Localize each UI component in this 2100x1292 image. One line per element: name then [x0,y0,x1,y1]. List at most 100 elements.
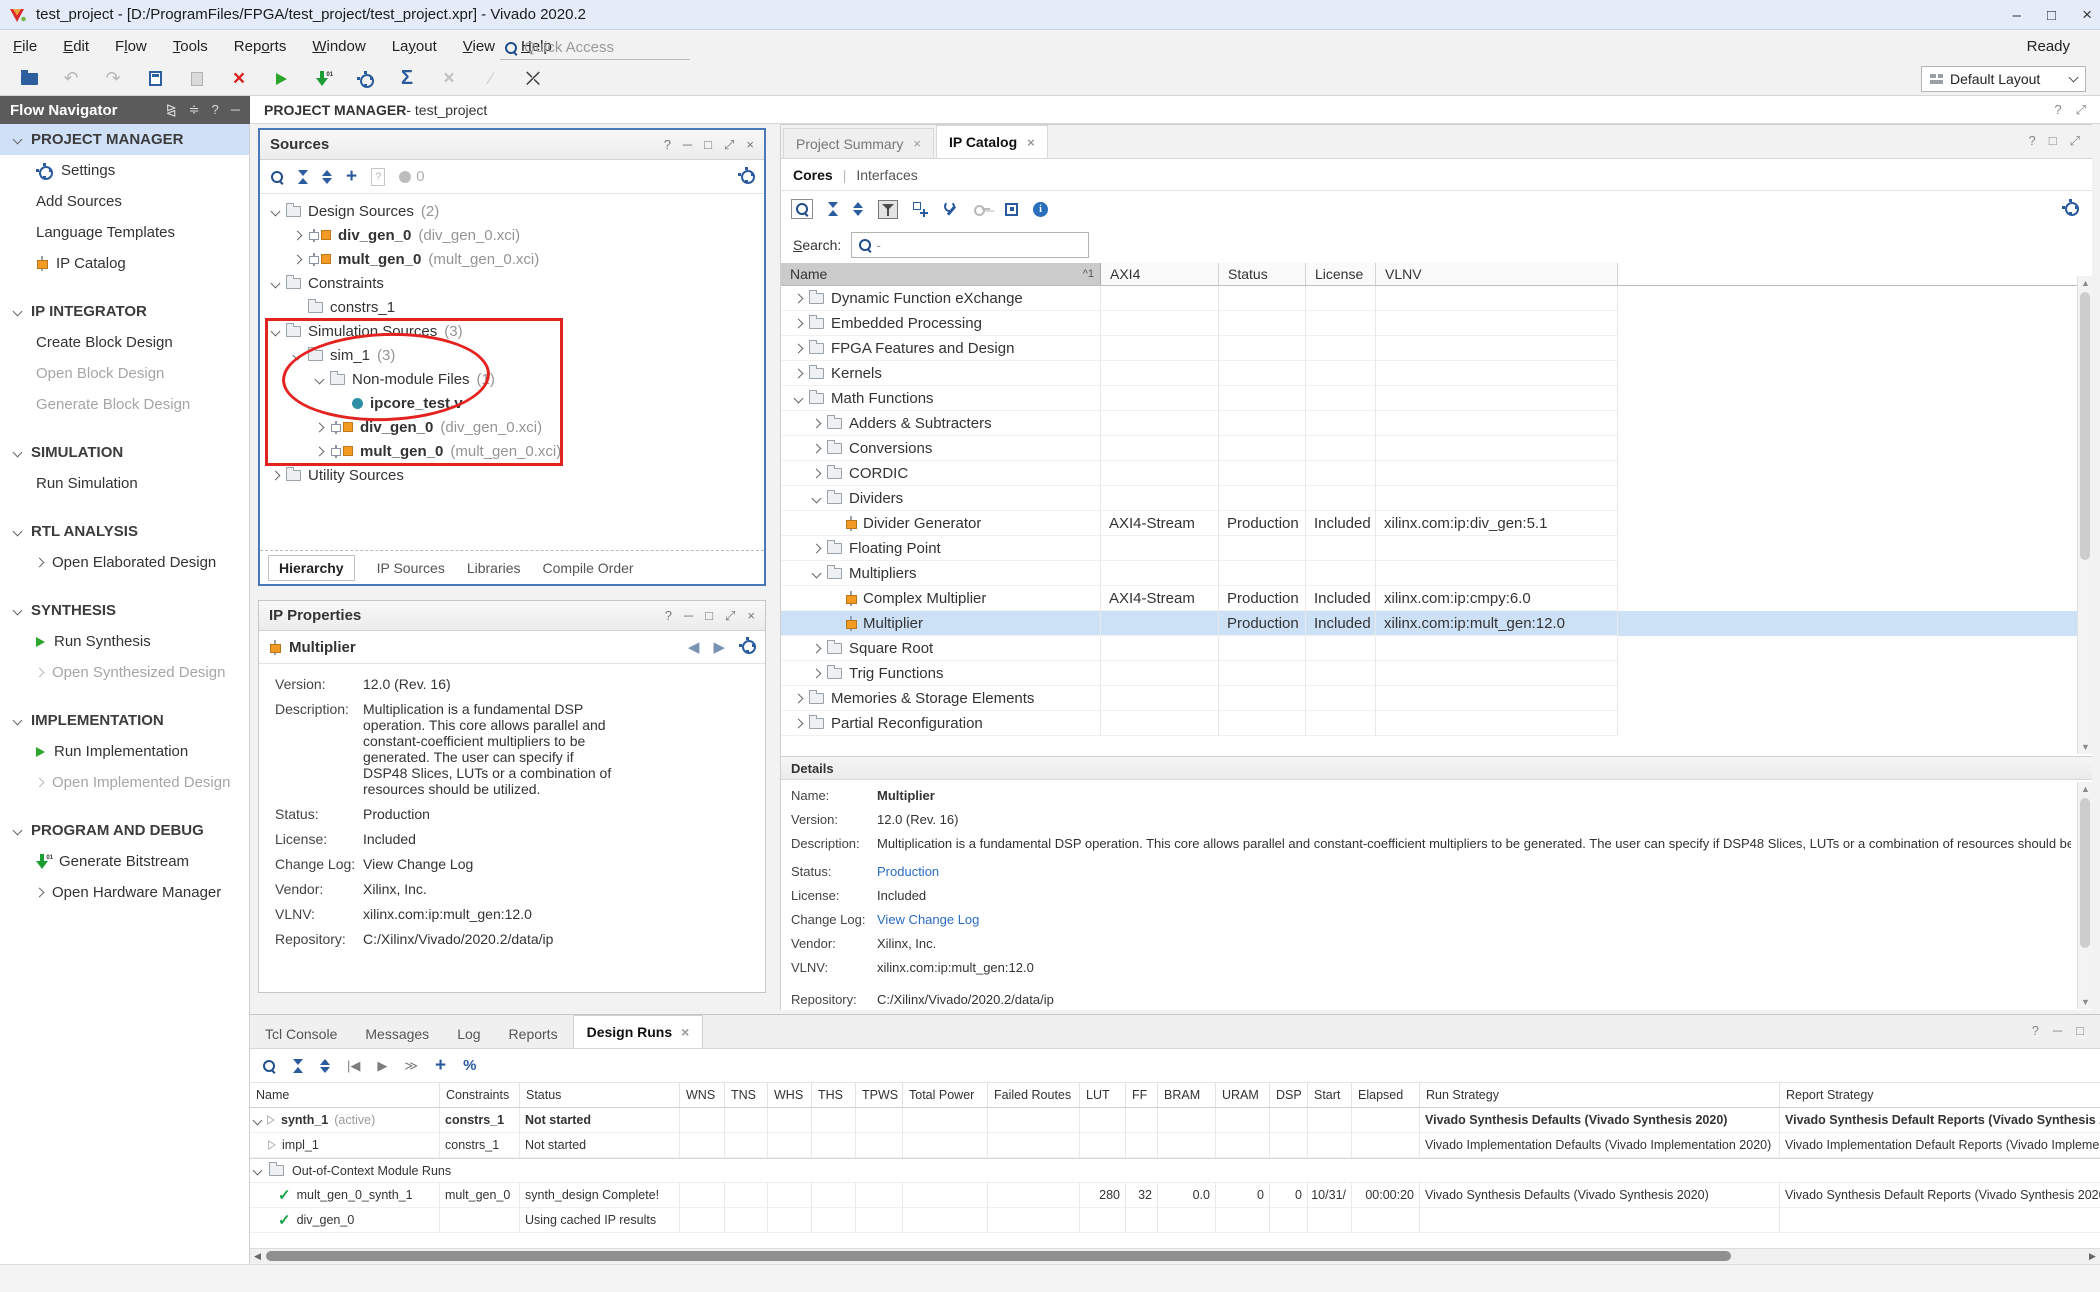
stop-icon[interactable]: × [228,68,250,90]
menu-edit[interactable]: Edit [50,38,102,55]
catalog-row-dynamic-function-exchange[interactable]: Dynamic Function eXchange [781,286,2092,311]
sources-tab-hierarchy[interactable]: Hierarchy [268,555,355,581]
scroll-up-icon[interactable]: ▲ [2078,276,2092,290]
help-icon[interactable]: ? [665,608,672,624]
tab-ip-catalog[interactable]: IP Catalog× [936,125,1048,158]
help-icon[interactable]: ? [2029,133,2036,149]
chevron-down-icon[interactable] [271,326,281,336]
catalog-row-fpga-features-and-design[interactable]: FPGA Features and Design [781,336,2092,361]
column-header-constraints[interactable]: Constraints [440,1083,520,1107]
column-header-total-power[interactable]: Total Power [903,1083,988,1107]
property-value[interactable]: Production [363,806,619,822]
catalog-row-multiplier[interactable]: MultiplierProductionIncludedxilinx.com:i… [781,611,2092,636]
flow-section-program-and-debug[interactable]: PROGRAM AND DEBUG [0,815,249,846]
flow-item-run-synthesis[interactable]: Run Synthesis [0,626,249,657]
chevron-down-icon[interactable] [253,1166,263,1176]
add-sources-icon[interactable]: + [346,170,357,184]
flow-item-settings[interactable]: Settings [0,155,249,186]
chevron-right-icon[interactable] [794,718,804,728]
help-icon[interactable]: ? [2054,102,2061,118]
chevron-right-icon[interactable] [812,668,822,678]
tree-item-sim-1[interactable]: sim_1 (3) [260,343,764,367]
close-panel-icon[interactable]: × [746,137,754,153]
flow-item-generate-bitstream[interactable]: 01Generate Bitstream [0,846,249,877]
chevron-down-icon[interactable] [315,374,325,384]
column-header-dsp[interactable]: DSP [1270,1083,1308,1107]
maximize-panel-icon[interactable]: □ [705,608,713,624]
column-header-ff[interactable]: FF [1126,1083,1158,1107]
unhighlight-icon[interactable]: ⤫ [522,68,544,90]
close-button[interactable]: × [2082,5,2092,25]
catalog-row-conversions[interactable]: Conversions [781,436,2092,461]
chevron-right-icon[interactable] [271,470,281,480]
chevron-down-icon[interactable] [271,206,281,216]
catalog-row-trig-functions[interactable]: Trig Functions [781,661,2092,686]
tree-item-utility-sources[interactable]: Utility Sources [260,463,764,487]
flow-item-ip-catalog[interactable]: IP Catalog [0,248,249,279]
column-header-report-strategy[interactable]: Report Strategy [1780,1083,2100,1107]
float-panel-icon[interactable]: ⤢ [724,137,734,153]
collapse-all-icon[interactable]: ⧎ [166,102,177,118]
settings-gear-icon[interactable] [354,68,376,90]
close-tab-icon[interactable]: × [1027,135,1035,150]
flow-section-simulation[interactable]: SIMULATION [0,437,249,468]
menu-reports[interactable]: Reports [221,38,300,55]
help-icon[interactable]: ? [664,137,671,153]
chevron-right-icon[interactable] [794,293,804,303]
flow-item-add-sources[interactable]: Add Sources [0,186,249,217]
scroll-right-icon[interactable]: ▶ [2085,1249,2100,1264]
subtab-interfaces[interactable]: Interfaces [856,167,917,183]
tree-item-ipcore-test-v[interactable]: ipcore_test.v [260,391,764,415]
chevron-right-icon[interactable] [315,422,325,432]
catalog-row-math-functions[interactable]: Math Functions [781,386,2092,411]
column-header-run-strategy[interactable]: Run Strategy [1420,1083,1780,1107]
column-header-tns[interactable]: TNS [725,1083,768,1107]
run-icon[interactable] [270,68,292,90]
filter-icon[interactable] [878,200,898,219]
chevron-right-icon[interactable] [812,418,822,428]
maximize-panel-icon[interactable]: □ [704,137,712,153]
chevron-down-icon[interactable] [293,350,303,360]
catalog-row-floating-point[interactable]: Floating Point [781,536,2092,561]
info-icon[interactable]: i [1033,202,1048,217]
tab-tcl-console[interactable]: Tcl Console [252,1019,350,1048]
flow-section-rtl-analysis[interactable]: RTL ANALYSIS [0,516,249,547]
expand-all-icon[interactable] [853,202,863,216]
chevron-down-icon[interactable] [812,493,822,503]
menu-window[interactable]: Window [299,38,378,55]
collapse-all-icon[interactable] [298,170,308,184]
menu-tools[interactable]: Tools [160,38,221,55]
runs-row-impl-1[interactable]: impl_1constrs_1Not startedVivado Impleme… [250,1133,2100,1158]
float-panel-icon[interactable]: ⤢ [725,608,735,624]
generate-bitstream-toolbar-icon[interactable]: 01 [312,68,334,90]
expand-all-icon[interactable]: ≑ [189,102,200,118]
column-header-status[interactable]: Status [1219,263,1306,285]
chevron-right-icon[interactable] [315,446,325,456]
column-header-wns[interactable]: WNS [680,1083,725,1107]
column-header-status[interactable]: Status [520,1083,680,1107]
property-value[interactable]: View Change Log [363,856,619,872]
collapse-all-icon[interactable] [828,202,838,216]
catalog-row-embedded-processing[interactable]: Embedded Processing [781,311,2092,336]
tree-item-constraints[interactable]: Constraints [260,271,764,295]
flow-item-language-templates[interactable]: Language Templates [0,217,249,248]
chevron-right-icon[interactable] [812,643,822,653]
scrollbar-thumb[interactable] [266,1251,1731,1261]
horizontal-scrollbar[interactable]: ◀ ▶ [250,1248,2100,1263]
chevron-down-icon[interactable] [253,1115,263,1125]
catalog-vertical-scrollbar[interactable]: ▲ ▼ [2077,276,2092,754]
tab-reports[interactable]: Reports [496,1019,571,1048]
tree-item-mult-gen-0[interactable]: mult_gen_0 (mult_gen_0.xci) [260,439,764,463]
minimize-panel-icon[interactable]: ─ [231,102,240,118]
close-tab-icon[interactable]: × [681,1024,689,1040]
subtab-cores[interactable]: Cores [793,167,833,183]
chevron-right-icon[interactable] [812,443,822,453]
float-icon[interactable]: ⤢ [2076,102,2086,118]
tree-item-div-gen-0[interactable]: div_gen_0 (div_gen_0.xci) [260,223,764,247]
chevron-right-icon[interactable] [794,318,804,328]
details-vertical-scrollbar[interactable]: ▲ ▼ [2077,782,2092,1009]
sources-tab-libraries[interactable]: Libraries [467,560,521,576]
chevron-right-icon[interactable] [293,254,303,264]
chevron-down-icon[interactable] [271,278,281,288]
flow-item-create-block-design[interactable]: Create Block Design [0,327,249,358]
